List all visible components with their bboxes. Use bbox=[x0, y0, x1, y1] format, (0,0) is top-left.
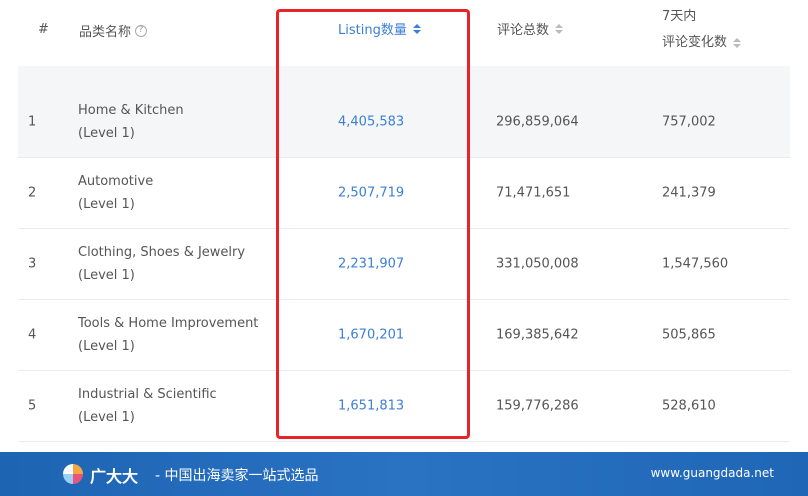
row-listing-count[interactable]: 1,651,813 bbox=[338, 399, 404, 414]
header-listing-label: Listing数量 bbox=[338, 23, 407, 38]
table-row[interactable]: 1 Home & Kitchen (Level 1) 4,405,583 296… bbox=[18, 86, 790, 158]
category-name: Home & Kitchen bbox=[78, 102, 184, 118]
category-name: Automotive bbox=[78, 174, 154, 189]
table-row[interactable]: 2 Automotive (Level 1) 2,507,719 71,471,… bbox=[18, 158, 790, 229]
row-review-total: 169,385,642 bbox=[496, 327, 579, 343]
sort-icon[interactable] bbox=[412, 23, 421, 34]
category-level: (Level 1) bbox=[78, 197, 135, 212]
watermark-banner: 广大大 - 中国出海卖家一站式选品 www.guangdada.net bbox=[0, 452, 808, 496]
row-rank: 5 bbox=[28, 398, 37, 414]
sort-icon[interactable] bbox=[555, 23, 564, 34]
category-level: (Level 1) bbox=[78, 339, 135, 354]
brand-slogan: - 中国出海卖家一站式选品 bbox=[155, 468, 319, 484]
row-listing-count[interactable]: 1,670,201 bbox=[338, 328, 404, 343]
row-listing-count[interactable]: 4,405,583 bbox=[338, 114, 404, 129]
header-change-line2: 评论变化数 bbox=[662, 35, 728, 50]
row-review-change: 505,865 bbox=[662, 327, 716, 343]
header-category-name: 品类名称 ? bbox=[79, 21, 148, 40]
sort-icon[interactable] bbox=[733, 38, 742, 48]
row-rank: 2 bbox=[28, 185, 37, 201]
help-circle-icon[interactable]: ? bbox=[135, 24, 148, 37]
pie-logo-icon bbox=[63, 464, 83, 484]
category-level: (Level 1) bbox=[78, 125, 135, 141]
header-category-name-label: 品类名称 bbox=[79, 25, 132, 40]
header-reviews-label: 评论总数 bbox=[497, 23, 550, 38]
row-rank: 4 bbox=[28, 327, 37, 343]
row-category: Automotive (Level 1) bbox=[78, 170, 153, 216]
category-level: (Level 1) bbox=[78, 268, 135, 283]
brand-name: 广大大 bbox=[90, 467, 139, 486]
category-level: (Level 1) bbox=[78, 410, 135, 425]
header-listing-count[interactable]: Listing数量 bbox=[338, 19, 421, 38]
row-category: Tools & Home Improvement (Level 1) bbox=[78, 312, 258, 358]
row-review-change: 528,610 bbox=[662, 398, 716, 414]
row-review-total: 331,050,008 bbox=[496, 256, 579, 272]
row-rank: 1 bbox=[28, 114, 37, 129]
header-rank: # bbox=[38, 22, 49, 37]
row-listing-count[interactable]: 2,507,719 bbox=[338, 186, 404, 201]
row-category: Clothing, Shoes & Jewelry (Level 1) bbox=[78, 241, 245, 287]
row-category: Industrial & Scientific (Level 1) bbox=[78, 383, 217, 429]
table-header: # 品类名称 ? Listing数量 评论总数 7天内 评论变化数 bbox=[0, 0, 808, 66]
header-review-total[interactable]: 评论总数 bbox=[497, 19, 564, 38]
table-body: 1 Home & Kitchen (Level 1) 4,405,583 296… bbox=[18, 66, 790, 442]
row-listing-count[interactable]: 2,231,907 bbox=[338, 257, 404, 272]
category-name: Tools & Home Improvement bbox=[78, 316, 259, 331]
header-change-line1: 7天内 bbox=[662, 9, 697, 24]
table-row[interactable]: 4 Tools & Home Improvement (Level 1) 1,6… bbox=[18, 300, 790, 371]
row-review-change: 1,547,560 bbox=[662, 256, 729, 272]
header-review-change[interactable]: 7天内 评论变化数 bbox=[662, 4, 742, 56]
table-row[interactable]: 5 Industrial & Scientific (Level 1) 1,65… bbox=[18, 371, 790, 442]
table-top-band bbox=[18, 66, 790, 86]
row-review-change: 757,002 bbox=[662, 114, 716, 129]
row-review-change: 241,379 bbox=[662, 185, 716, 201]
site-url: www.guangdada.net bbox=[650, 466, 774, 480]
row-rank: 3 bbox=[28, 256, 37, 272]
category-name: Industrial & Scientific bbox=[78, 387, 217, 402]
row-review-total: 159,776,286 bbox=[496, 398, 579, 414]
row-category: Home & Kitchen (Level 1) bbox=[78, 99, 184, 145]
row-review-total: 71,471,651 bbox=[496, 185, 571, 201]
category-name: Clothing, Shoes & Jewelry bbox=[78, 245, 246, 260]
table-row[interactable]: 3 Clothing, Shoes & Jewelry (Level 1) 2,… bbox=[18, 229, 790, 300]
row-review-total: 296,859,064 bbox=[496, 114, 579, 129]
